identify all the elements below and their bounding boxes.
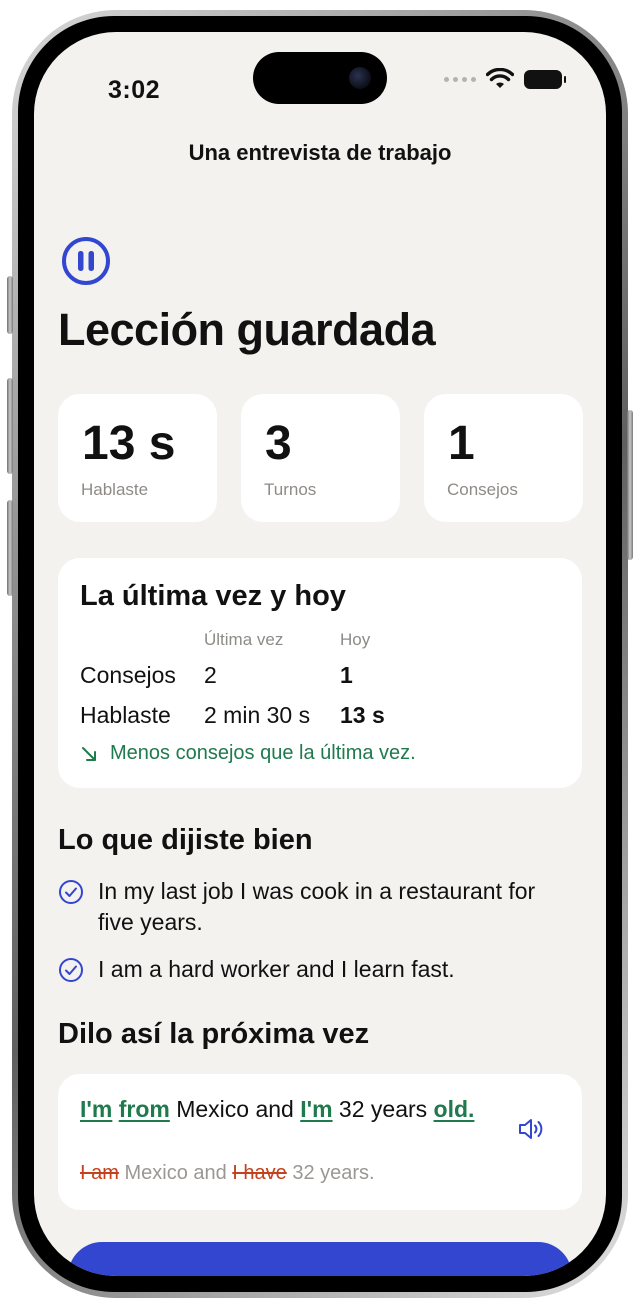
row-label: Consejos <box>80 662 176 688</box>
sentence-part: 32 years <box>332 1096 434 1122</box>
stat-label: Hablaste <box>81 480 149 499</box>
wifi-icon <box>486 68 514 88</box>
volume-up-button <box>7 378 13 474</box>
stat-value: 1 <box>448 417 475 470</box>
stat-card-spoken: 13 s Hablaste <box>58 394 217 522</box>
comparison-card: La última vez y hoy Última vez Hoy Conse… <box>58 558 582 788</box>
highlighted-word: I'm <box>80 1096 113 1122</box>
stat-value: 13 s <box>82 417 176 470</box>
row-value-today: 13 s <box>340 702 385 728</box>
corrected-sentence: I'm from Mexico and I'm 32 years old. <box>80 1094 480 1125</box>
column-header-last: Última vez <box>204 630 284 649</box>
check-circle-icon <box>59 958 83 982</box>
signal-dots-icon <box>444 76 476 82</box>
dynamic-island <box>253 52 387 104</box>
screen: 3:02 Una entrevista de trabajo Lección g… <box>34 32 606 1276</box>
stat-card-tips: 1 Consejos <box>424 394 583 522</box>
camera-icon <box>349 67 371 89</box>
status-indicators <box>444 68 566 90</box>
highlighted-word: I'm <box>300 1096 333 1122</box>
stats-row: 13 s Hablaste 3 Turnos 1 Consejos <box>58 394 583 522</box>
status-time: 3:02 <box>108 76 161 104</box>
sentence-part: Mexico and <box>169 1096 301 1122</box>
nav-title: Una entrevista de trabajo <box>188 140 452 165</box>
column-header-today: Hoy <box>340 630 371 649</box>
stat-value: 3 <box>265 417 292 470</box>
stat-label: Consejos <box>447 480 518 499</box>
comparison-title: La última vez y hoy <box>80 580 346 612</box>
power-button <box>627 410 633 560</box>
correction-card: I'm from Mexico and I'm 32 years old. I … <box>58 1074 582 1210</box>
original-sentence: I am Mexico and I have 32 years. <box>80 1162 375 1185</box>
row-label: Hablaste <box>80 702 171 728</box>
highlighted-word: from <box>118 1096 170 1122</box>
trend-text: Menos consejos que la última vez. <box>110 742 416 764</box>
stat-card-turns: 3 Turnos <box>241 394 400 522</box>
battery-icon <box>524 69 566 89</box>
next-time-section-title: Dilo así la próxima vez <box>58 1018 370 1050</box>
sentence-part: 32 years. <box>286 1162 375 1184</box>
highlighted-word: old. <box>433 1096 475 1122</box>
action-button <box>7 276 13 334</box>
sentence-part: Mexico and <box>118 1162 233 1184</box>
list-item: I am a hard worker and I learn fast. <box>58 954 568 985</box>
row-value-last: 2 min 30 s <box>204 702 311 728</box>
good-item-text: I am a hard worker and I learn fast. <box>98 956 455 982</box>
row-value-last: 2 <box>204 662 217 688</box>
volume-down-button <box>7 500 13 596</box>
row-value-today: 1 <box>340 662 353 688</box>
speaker-icon[interactable] <box>516 1114 546 1144</box>
good-section-title: Lo que dijiste bien <box>58 824 313 856</box>
check-circle-icon <box>59 880 83 904</box>
trend-note: Menos consejos que la última vez. <box>80 742 416 765</box>
page-title: Lección guardada <box>58 304 436 355</box>
pause-icon[interactable] <box>61 236 111 286</box>
struck-word: I am <box>80 1162 119 1184</box>
stat-label: Turnos <box>264 480 317 499</box>
continue-button[interactable] <box>68 1242 572 1276</box>
struck-word: I have <box>232 1162 287 1184</box>
good-item-text: In my last job I was cook in a restauran… <box>98 878 536 935</box>
arrow-down-right-icon <box>82 746 96 761</box>
list-item: In my last job I was cook in a restauran… <box>58 876 568 938</box>
